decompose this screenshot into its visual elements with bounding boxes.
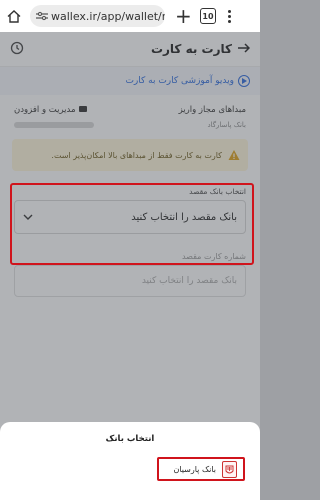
new-tab-icon[interactable]: + bbox=[175, 6, 192, 26]
tab-count-button[interactable]: 10 bbox=[200, 8, 216, 24]
browser-toolbar: wallex.ir/app/wallet/mo + 10 bbox=[0, 0, 260, 32]
browser-menu-icon[interactable] bbox=[228, 9, 231, 23]
bank-picker-sheet: انتخاب بانک بانک پارسیان bbox=[0, 422, 260, 500]
parsian-bank-logo-icon bbox=[222, 460, 237, 478]
highlight-box bbox=[10, 183, 254, 265]
home-icon[interactable] bbox=[6, 9, 22, 23]
address-bar[interactable]: wallex.ir/app/wallet/mo bbox=[30, 5, 165, 27]
bank-option-parsian[interactable]: بانک پارسیان bbox=[157, 457, 245, 481]
url-text: wallex.ir/app/wallet/mo bbox=[51, 9, 165, 23]
bank-option-label: بانک پارسیان bbox=[173, 464, 216, 474]
site-settings-icon[interactable] bbox=[36, 11, 48, 21]
bank-picker-title: انتخاب بانک bbox=[105, 434, 155, 444]
